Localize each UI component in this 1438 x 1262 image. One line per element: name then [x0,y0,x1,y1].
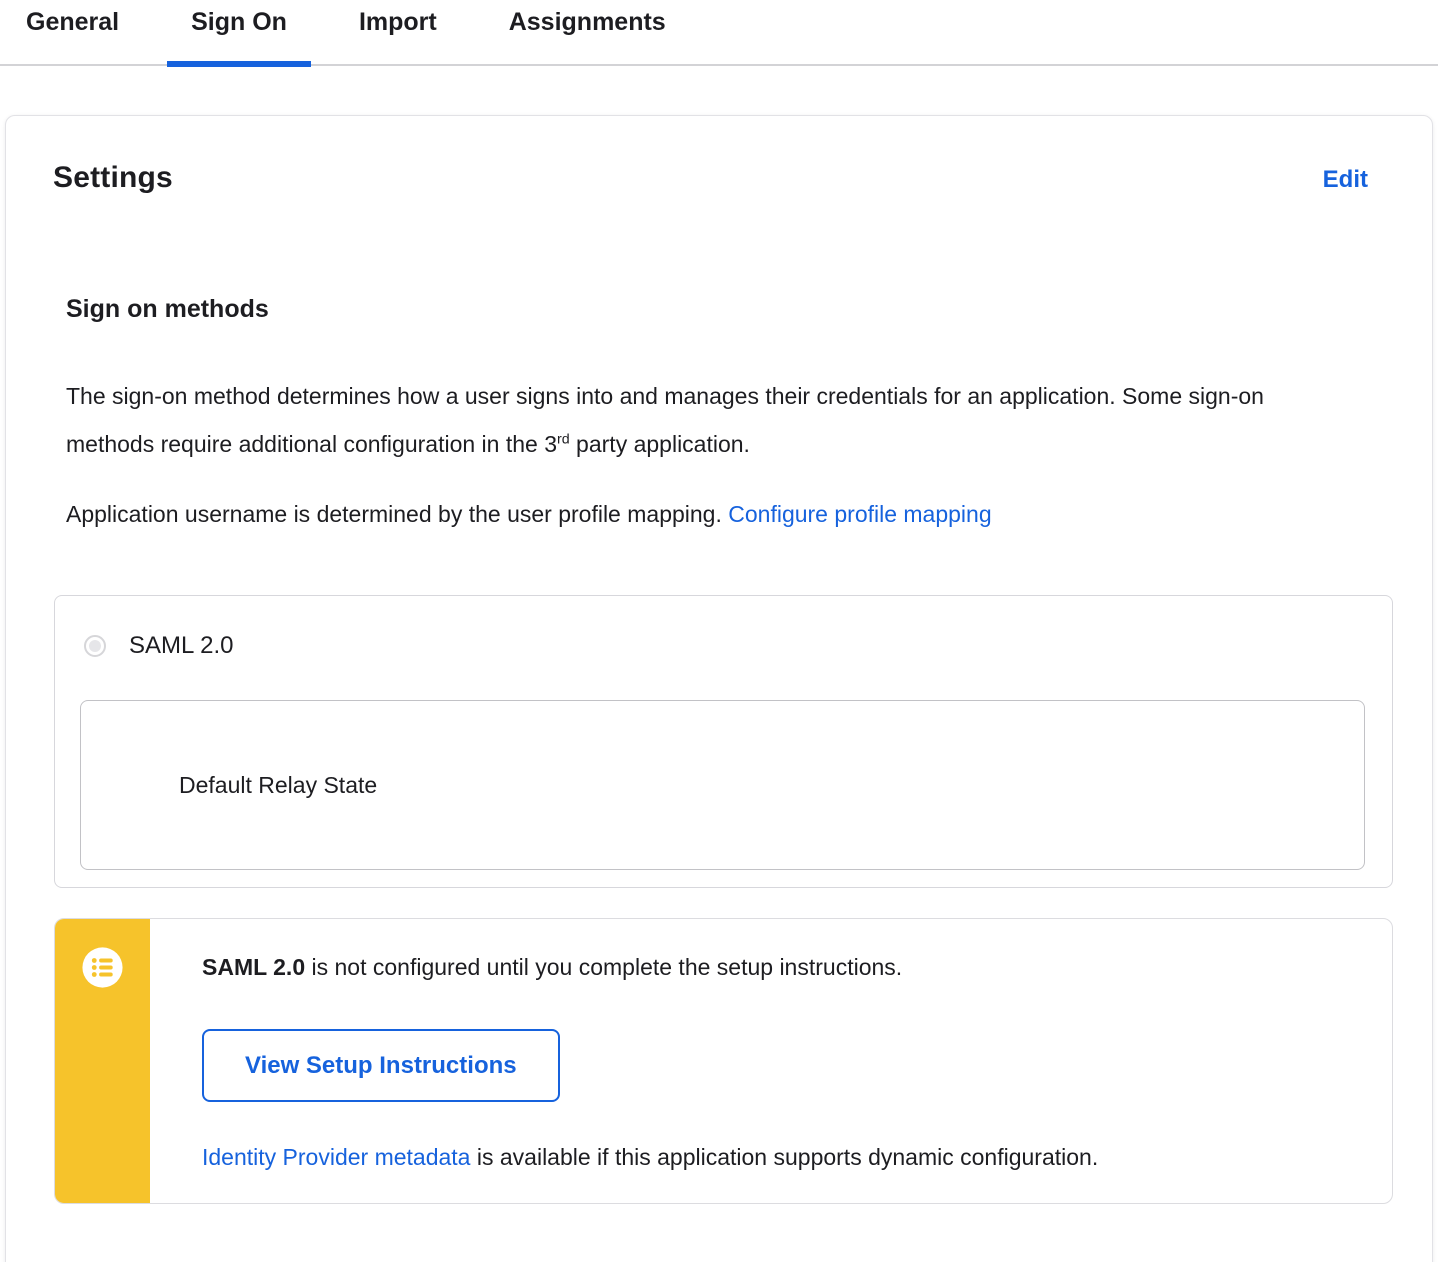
relay-state-label: Default Relay State [179,771,378,798]
metadata-line-text: is available if this application support… [470,1144,1099,1170]
callout-message: SAML 2.0 is not configured until you com… [202,952,1352,982]
sign-on-method-description: The sign-on method determines how a user… [66,372,1301,468]
callout-content: SAML 2.0 is not configured until you com… [150,919,1392,1203]
page-title: Settings [53,161,173,194]
identity-provider-metadata-link[interactable]: Identity Provider metadata [202,1144,470,1170]
section-title: Sign on methods [66,295,269,323]
description-part2: party application. [569,431,750,457]
saml-radio-label: SAML 2.0 [129,632,234,659]
edit-link[interactable]: Edit [1323,166,1368,194]
tab-bar: General Sign On Import Assignments [0,0,1438,67]
callout-accent-bar [55,919,150,1203]
description-superscript: rd [557,431,570,448]
saml-method-box: SAML 2.0 Default Relay State [54,595,1393,888]
username-description-text: Application username is determined by th… [66,501,729,527]
card-header: Settings Edit [6,116,1432,195]
saml-setup-callout: SAML 2.0 is not configured until you com… [54,918,1393,1204]
tab-general[interactable]: General [2,8,143,64]
saml-radio-button[interactable] [84,635,106,657]
tab-assignments[interactable]: Assignments [485,8,690,64]
relay-state-field-box: Default Relay State [80,700,1365,870]
saml-radio-row: SAML 2.0 [55,596,1392,660]
settings-card: Settings Edit Sign on methods The sign-o… [5,115,1433,1262]
configure-profile-mapping-link[interactable]: Configure profile mapping [728,501,991,527]
callout-message-bold: SAML 2.0 [202,954,306,980]
list-icon [81,946,124,989]
tab-sign-on[interactable]: Sign On [167,8,311,67]
callout-message-text: is not configured until you complete the… [305,954,903,980]
username-description: Application username is determined by th… [66,490,1301,538]
view-setup-instructions-button[interactable]: View Setup Instructions [202,1029,560,1102]
tab-import[interactable]: Import [335,8,461,64]
metadata-line: Identity Provider metadata is available … [202,1144,1352,1171]
